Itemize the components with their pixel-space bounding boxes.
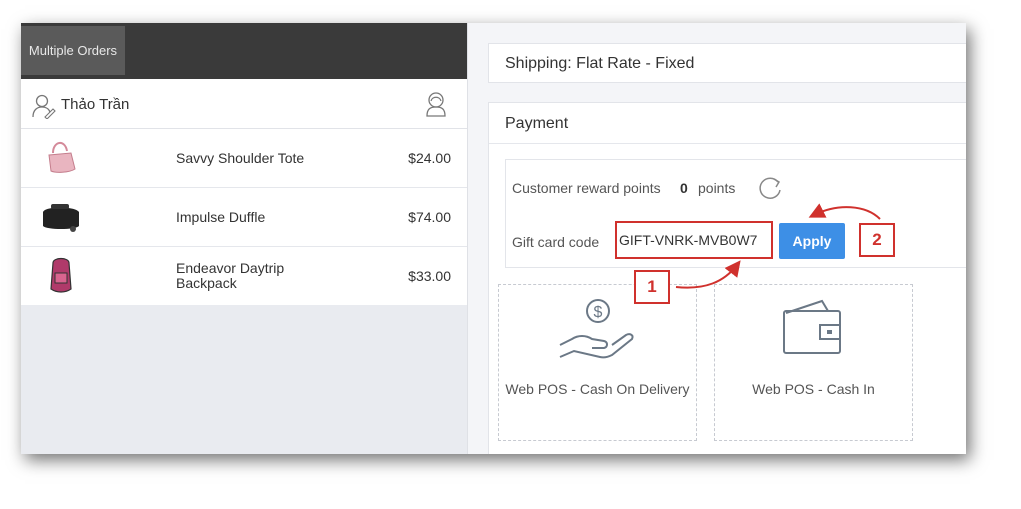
item-name: Savvy Shoulder Tote: [176, 149, 305, 166]
wallet-icon: [783, 299, 841, 354]
divider: [489, 143, 966, 144]
reward-points-unit: points: [698, 180, 736, 196]
payment-method-cash-on-delivery[interactable]: $ Web POS - Cash On Delivery: [498, 284, 697, 441]
tab-multiple-orders[interactable]: Multiple Orders: [21, 26, 125, 75]
pos-window: Multiple Orders Thảo Trần Savvy Shoulder…: [21, 23, 966, 454]
payment-method-cash-in[interactable]: Web POS - Cash In: [714, 284, 913, 441]
refresh-icon[interactable]: [756, 174, 784, 202]
item-name: Impulse Duffle: [176, 208, 266, 225]
shipping-section[interactable]: Shipping: Flat Rate - Fixed: [488, 43, 966, 83]
cart-item[interactable]: Impulse Duffle $74.00: [21, 188, 467, 247]
gift-card-input[interactable]: [615, 221, 773, 259]
customer-name: Thảo Trần: [61, 96, 130, 113]
item-price: $74.00: [408, 209, 451, 225]
shoulder-bag-icon: [48, 142, 76, 173]
svg-text:$: $: [594, 304, 603, 321]
cart-item[interactable]: Savvy Shoulder Tote $24.00: [21, 129, 467, 188]
reward-points-value: 0: [680, 180, 688, 196]
backpack-icon: [50, 257, 72, 293]
payment-title: Payment: [505, 115, 569, 132]
gift-card-label: Gift card code: [512, 234, 600, 250]
annotation-step-1: 1: [634, 270, 670, 304]
shipping-label: Shipping: Flat Rate - Fixed: [505, 55, 695, 72]
apply-button[interactable]: Apply: [779, 223, 845, 259]
payment-method-label: Web POS - Cash On Delivery: [505, 381, 690, 397]
cart-item-list: Savvy Shoulder Tote $24.00 Impulse Duffl…: [21, 129, 467, 305]
cash-hand-icon: $: [559, 299, 634, 359]
annotation-step-2: 2: [859, 223, 895, 257]
top-bar: Multiple Orders: [21, 23, 467, 79]
reward-giftcard-box: Customer reward points 0 points Gift car…: [505, 159, 966, 268]
duffle-bag-icon: [43, 204, 79, 232]
item-price: $24.00: [408, 150, 451, 166]
cart-item[interactable]: Endeavor Daytrip Backpack $33.00: [21, 247, 467, 305]
payment-method-label: Web POS - Cash In: [752, 381, 875, 397]
user-edit-icon: [32, 94, 56, 119]
cart-panel: Multiple Orders Thảo Trần Savvy Shoulder…: [21, 23, 467, 454]
reward-points-label: Customer reward points: [512, 180, 661, 196]
item-price: $33.00: [408, 268, 451, 284]
payment-section: Payment Customer reward points 0 points …: [488, 102, 966, 454]
customer-profile-icon[interactable]: [423, 90, 449, 118]
item-name: Endeavor Daytrip Backpack: [176, 260, 285, 291]
customer-row[interactable]: Thảo Trần: [21, 79, 467, 129]
